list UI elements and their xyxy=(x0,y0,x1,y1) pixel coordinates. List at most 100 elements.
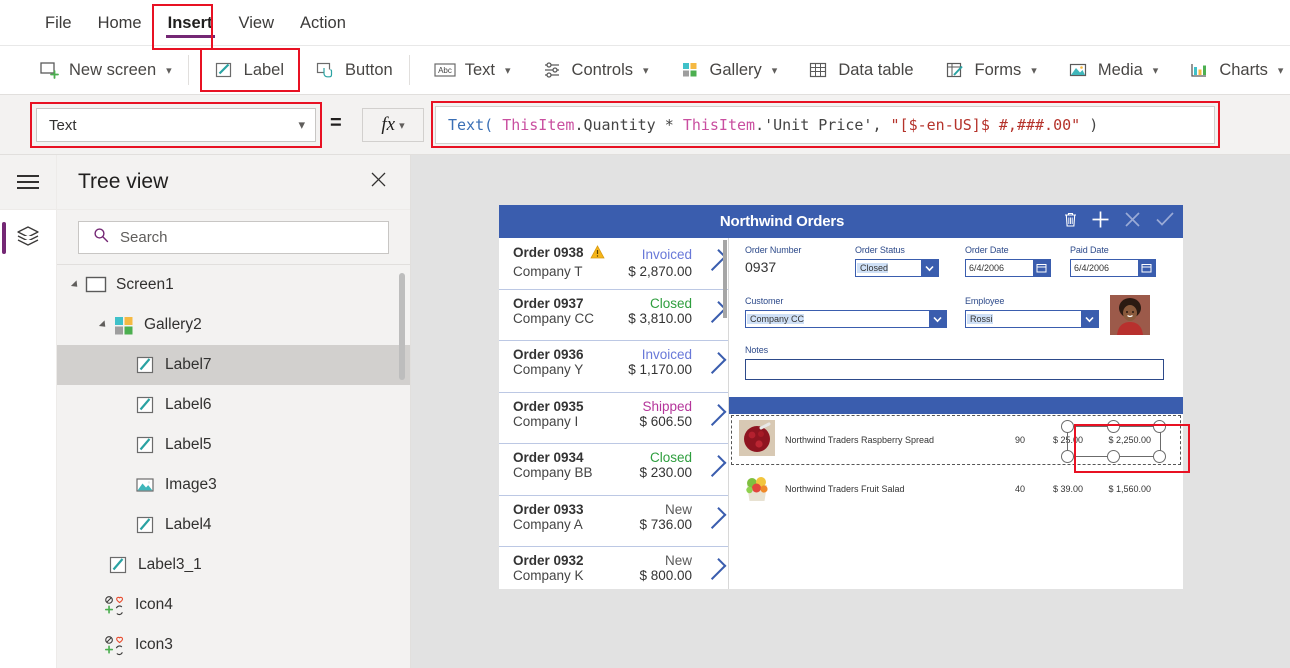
label-icon xyxy=(134,394,156,416)
menu-item-insert[interactable]: Insert xyxy=(155,0,226,46)
order-list-item[interactable]: Order 0934 Closed Company BB $ 230.00 xyxy=(499,444,728,496)
order-status-dropdown[interactable]: Closed xyxy=(855,259,939,277)
order-company: Company BB xyxy=(513,465,593,480)
order-list-scrollbar[interactable] xyxy=(723,240,727,318)
chevron-down-icon[interactable] xyxy=(921,260,938,276)
sidebar-item-label: Label4 xyxy=(165,516,212,533)
menu-item-home[interactable]: Home xyxy=(85,0,155,46)
icon-icon xyxy=(104,634,126,656)
sidebar-item-label5[interactable]: Label5 xyxy=(57,425,410,465)
order-status: New xyxy=(664,553,692,568)
hamburger-button[interactable] xyxy=(0,155,56,210)
ribbon-divider xyxy=(187,55,189,85)
label-icon xyxy=(213,59,235,81)
formula-input[interactable]: Text( ThisItem .Quantity * ThisItem .'Unit… xyxy=(435,106,1215,144)
order-list-item[interactable]: Order 0937 Closed Company CC $ 3,810.00 xyxy=(499,290,728,341)
tree-view-list[interactable]: Screen1 Gallery2 Label7 Label6 Label5 Im… xyxy=(57,265,410,668)
formula-token: ThisItem xyxy=(502,116,575,134)
expander-icon[interactable] xyxy=(70,280,81,290)
tree-view-header: Tree view xyxy=(57,155,410,210)
search-input[interactable]: Search xyxy=(78,220,389,254)
ribbon-data-table[interactable]: Data table xyxy=(795,53,925,87)
sidebar-item-label6[interactable]: Label6 xyxy=(57,385,410,425)
order-list-item[interactable]: Order 0936 Invoiced Company Y $ 1,170.00 xyxy=(499,341,728,393)
customer-dropdown[interactable]: Company CC xyxy=(745,310,947,328)
label-icon xyxy=(134,514,156,536)
fx-button[interactable]: fx ▾ xyxy=(362,108,424,142)
order-number: Order 0932 xyxy=(513,553,584,568)
sidebar-item-icon4[interactable]: Icon4 xyxy=(57,585,410,625)
sidebar-item-screen1[interactable]: Screen1 xyxy=(57,265,410,305)
employee-dropdown[interactable]: Rossi xyxy=(965,310,1099,328)
line-items-list[interactable]: Northwind Traders Raspberry Spread 90 $ … xyxy=(729,415,1183,514)
plus-icon[interactable] xyxy=(1091,210,1110,234)
search-input-placeholder: Search xyxy=(120,228,168,246)
order-company: Company I xyxy=(513,413,579,429)
gallery-icon xyxy=(679,59,701,81)
ribbon-controls[interactable]: Controls ▾ xyxy=(529,53,661,87)
sidebar-item-label: Screen1 xyxy=(116,276,174,293)
ribbon-forms[interactable]: Forms ▾ xyxy=(932,53,1049,87)
rail-item-tree-view[interactable] xyxy=(0,210,56,266)
sidebar-item-label: Icon3 xyxy=(135,636,173,653)
order-status: Invoiced xyxy=(641,246,692,262)
ribbon-gallery[interactable]: Gallery ▾ xyxy=(667,53,790,87)
customer-label: Customer xyxy=(745,296,784,306)
sidebar-item-label7[interactable]: Label7 xyxy=(57,345,410,385)
menu-item-view[interactable]: View xyxy=(226,0,287,46)
chevron-down-icon: ▾ xyxy=(1277,64,1284,77)
ribbon-charts[interactable]: Charts ▾ xyxy=(1176,53,1290,87)
label-icon xyxy=(107,554,129,576)
sidebar-item-image3[interactable]: Image3 xyxy=(57,465,410,505)
product-total: $ 2,250.00 xyxy=(1108,435,1151,445)
property-select[interactable]: Text ▾ xyxy=(36,108,316,142)
chevron-down-icon[interactable] xyxy=(1081,311,1098,327)
order-list-item[interactable]: Order 0932 New Company K $ 800.00 xyxy=(499,547,728,589)
calendar-icon[interactable] xyxy=(1138,260,1155,276)
customer-value: Company CC xyxy=(747,314,805,324)
tree-scrollbar[interactable] xyxy=(399,273,405,380)
sidebar-item-gallery2[interactable]: Gallery2 xyxy=(57,305,410,345)
order-number: Order 0936 xyxy=(513,347,584,362)
ribbon-controls-label: Controls xyxy=(571,60,633,79)
warning-icon xyxy=(589,245,605,264)
order-amount: $ 800.00 xyxy=(639,568,692,583)
trash-icon[interactable] xyxy=(1063,211,1078,233)
notes-input[interactable] xyxy=(745,359,1164,380)
tree-search-container: Search xyxy=(57,210,410,265)
menu-item-file[interactable]: File xyxy=(32,0,85,46)
order-list[interactable]: Order 0938 Invoiced Company T $ 2,870.00… xyxy=(499,238,729,589)
sidebar-item-label3-1[interactable]: Label3_1 xyxy=(57,545,410,585)
line-item-row[interactable]: Northwind Traders Fruit Salad 40 $ 39.00… xyxy=(729,465,1183,514)
ribbon-toolbar: New screen ▾ Label Button Abc Text ▾ Con… xyxy=(0,46,1290,95)
order-date-input[interactable]: 6/4/2006 xyxy=(965,259,1051,277)
ribbon-text[interactable]: Abc Text ▾ xyxy=(422,53,523,87)
notes-label: Notes xyxy=(745,345,769,355)
line-item-row[interactable]: Northwind Traders Raspberry Spread 90 $ … xyxy=(729,416,1183,465)
order-status: Shipped xyxy=(642,398,692,414)
app-header-actions xyxy=(1063,210,1175,234)
expander-icon[interactable] xyxy=(98,320,109,330)
ribbon-new-screen[interactable]: New screen ▾ xyxy=(26,53,184,87)
calendar-icon[interactable] xyxy=(1033,260,1050,276)
menu-item-action[interactable]: Action xyxy=(287,0,359,46)
order-list-item[interactable]: Order 0935 Shipped Company I $ 606.50 xyxy=(499,393,728,444)
paid-date-input[interactable]: 6/4/2006 xyxy=(1070,259,1156,277)
close-icon[interactable] xyxy=(369,170,388,194)
icon-icon xyxy=(104,594,126,616)
product-name: Northwind Traders Fruit Salad xyxy=(785,484,905,494)
sidebar-item-label4[interactable]: Label4 xyxy=(57,505,410,545)
ribbon-media[interactable]: Media ▾ xyxy=(1055,53,1170,87)
order-list-item[interactable]: Order 0938 Invoiced Company T $ 2,870.00 xyxy=(499,238,728,290)
sidebar-item-icon3[interactable]: Icon3 xyxy=(57,625,410,665)
check-icon[interactable] xyxy=(1155,210,1175,233)
paid-date-field: Paid Date 6/4/2006 xyxy=(1070,245,1156,277)
ribbon-label[interactable]: Label xyxy=(201,53,296,87)
ribbon-new-screen-label: New screen xyxy=(69,60,157,79)
chevron-down-icon[interactable] xyxy=(929,311,946,327)
ribbon-button[interactable]: Button xyxy=(302,53,405,87)
order-date-value: 6/4/2006 xyxy=(969,263,1005,273)
order-list-item[interactable]: Order 0933 New Company A $ 736.00 xyxy=(499,496,728,547)
property-select-value: Text xyxy=(49,116,77,134)
cancel-icon[interactable] xyxy=(1123,210,1142,234)
